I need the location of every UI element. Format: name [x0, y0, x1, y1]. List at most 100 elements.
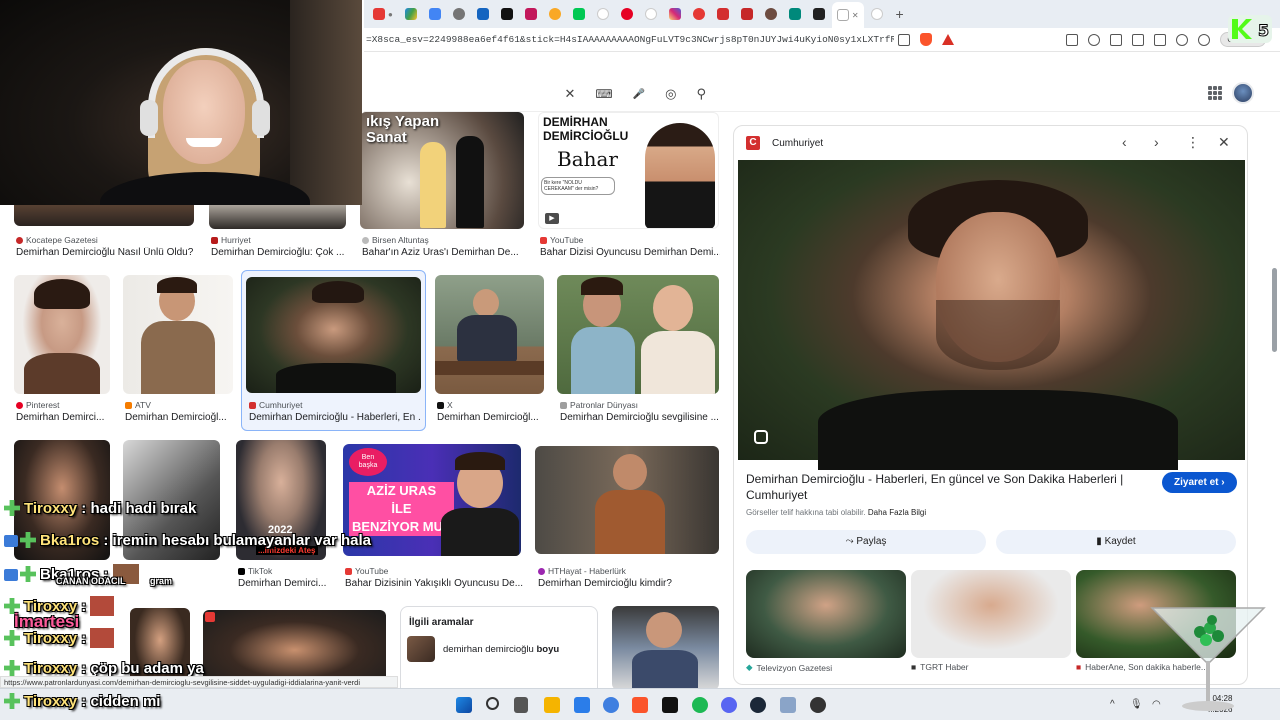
- browser-tab[interactable]: [760, 3, 782, 25]
- result-source[interactable]: Hurriyet: [211, 235, 251, 245]
- related-search-item[interactable]: demirhan demircioğlu boyu: [401, 636, 597, 662]
- leo-icon[interactable]: [1176, 33, 1189, 46]
- scrollbar-thumb[interactable]: [1272, 268, 1277, 352]
- app-icon[interactable]: [780, 697, 796, 713]
- browser-tab[interactable]: [592, 3, 614, 25]
- browser-tab[interactable]: [736, 3, 758, 25]
- browser-tab-active[interactable]: ✕: [831, 2, 864, 28]
- browser-tab[interactable]: [688, 3, 710, 25]
- search-box[interactable]: ✕ ⌨ 🎤 ◎ ⚲: [364, 80, 714, 108]
- close-icon[interactable]: ●: [388, 10, 393, 19]
- browser-tab[interactable]: [544, 3, 566, 25]
- preview-title[interactable]: Demirhan Demircioğlu - Haberleri, En gün…: [746, 471, 1136, 503]
- result-thumbnail[interactable]: [557, 275, 719, 394]
- result-title[interactable]: Demirhan Demirci...: [238, 578, 330, 589]
- browser-tab[interactable]: [448, 3, 470, 25]
- result-title[interactable]: Demirhan Demircioğlu - Haberleri, En ...: [249, 412, 421, 423]
- extension-icon[interactable]: [1110, 33, 1123, 46]
- task-view-icon[interactable]: [514, 697, 528, 713]
- related-image[interactable]: [911, 570, 1071, 658]
- result-thumbnail[interactable]: [435, 275, 544, 394]
- clear-icon[interactable]: ✕: [564, 86, 575, 102]
- visit-button[interactable]: Ziyaret et ›: [1162, 472, 1237, 493]
- result-title[interactable]: Demirhan Demirci...: [16, 412, 112, 423]
- next-icon[interactable]: ›: [1154, 134, 1159, 150]
- browser-tab[interactable]: [400, 3, 422, 25]
- store-icon[interactable]: [574, 697, 590, 713]
- search-icon[interactable]: ⚲: [696, 86, 706, 102]
- panel-source[interactable]: Cumhuriyet: [772, 138, 823, 149]
- browser-tab[interactable]: [808, 3, 830, 25]
- browser-tab[interactable]: [784, 3, 806, 25]
- result-thumbnail-selected[interactable]: [246, 277, 421, 393]
- result-title[interactable]: Demirhan Demircioğl...: [125, 412, 233, 423]
- apps-grid-icon[interactable]: [1208, 86, 1222, 100]
- browser-tab[interactable]: [424, 3, 446, 25]
- save-button[interactable]: ▮ Kaydet: [996, 530, 1236, 554]
- lens-icon[interactable]: ◎: [665, 86, 676, 102]
- browser-tab[interactable]: [866, 3, 888, 25]
- edge-icon[interactable]: [603, 697, 619, 713]
- result-title[interactable]: Bahar Dizisi Oyuncusu Demirhan Demi...: [540, 247, 720, 258]
- scrollbar-track[interactable]: [1270, 126, 1278, 672]
- related-source[interactable]: ■ TGRT Haber: [911, 662, 968, 672]
- file-explorer-icon[interactable]: [544, 697, 560, 713]
- browser-tab[interactable]: ●: [368, 3, 398, 25]
- extension-icon[interactable]: [1088, 33, 1101, 46]
- obs-icon[interactable]: [810, 697, 826, 713]
- browser-tab[interactable]: [472, 3, 494, 25]
- result-source[interactable]: Pinterest: [16, 400, 60, 410]
- sidebar-icon[interactable]: [1132, 33, 1145, 46]
- result-source[interactable]: X: [437, 400, 453, 410]
- browser-tab[interactable]: [568, 3, 590, 25]
- result-thumbnail[interactable]: [14, 275, 110, 394]
- result-thumbnail[interactable]: DEMİRHAN DEMİRCİOĞLU Bahar Bir kere "NOL…: [538, 112, 719, 229]
- result-title[interactable]: Bahar'ın Aziz Uras'ı Demirhan De...: [362, 247, 526, 258]
- result-title[interactable]: Bahar Dizisinin Yakışıklı Oyuncusu De...: [345, 578, 523, 589]
- result-source[interactable]: ATV: [125, 400, 151, 410]
- vpn-icon[interactable]: [1198, 33, 1211, 46]
- learn-more-link[interactable]: Daha Fazla Bilgi: [868, 508, 926, 517]
- share-icon[interactable]: [898, 33, 910, 46]
- result-source[interactable]: TikTok: [238, 566, 272, 576]
- result-title[interactable]: Demirhan Demircioğlu sevgilisine ...: [560, 412, 720, 423]
- brave-shields-icon[interactable]: [920, 33, 932, 46]
- result-thumbnail[interactable]: [123, 275, 233, 394]
- preview-image[interactable]: [738, 160, 1245, 470]
- browser-tab[interactable]: [712, 3, 734, 25]
- result-source[interactable]: YouTube: [540, 235, 583, 245]
- previous-icon[interactable]: ‹: [1122, 134, 1127, 150]
- result-source[interactable]: Patronlar Dünyası: [560, 400, 638, 410]
- search-icon[interactable]: [486, 697, 499, 710]
- mic-tray-icon[interactable]: 🎙: [1130, 699, 1143, 710]
- close-tab-icon[interactable]: ✕: [852, 11, 859, 20]
- more-options-icon[interactable]: ⋮: [1186, 134, 1200, 151]
- result-source[interactable]: YouTube: [345, 566, 388, 576]
- result-title[interactable]: Demirhan Demircioğlu kimdir?: [538, 578, 718, 589]
- tray-overflow-icon[interactable]: ^: [1110, 699, 1115, 710]
- windows-start-icon[interactable]: [456, 697, 472, 713]
- warning-icon[interactable]: [942, 34, 954, 45]
- browser-tab[interactable]: [496, 3, 518, 25]
- result-thumbnail[interactable]: [535, 446, 719, 554]
- related-source[interactable]: ◆ Televizyon Gazetesi: [746, 662, 832, 673]
- steam-icon[interactable]: [750, 697, 766, 713]
- result-source[interactable]: Birsen Altuntaş: [362, 235, 429, 245]
- result-thumbnail[interactable]: [612, 606, 719, 688]
- result-source[interactable]: HTHayat - Haberlürk: [538, 566, 626, 576]
- spotify-icon[interactable]: [692, 697, 708, 713]
- browser-tab[interactable]: [616, 3, 638, 25]
- result-thumbnail[interactable]: ıkış Yapan Sanat: [360, 112, 524, 229]
- result-title[interactable]: Demirhan Demircioğlu: Çok ...: [211, 247, 346, 258]
- account-avatar[interactable]: [1232, 82, 1254, 104]
- share-button[interactable]: ⤳ Paylaş: [746, 530, 986, 554]
- result-source[interactable]: Cumhuriyet: [249, 400, 302, 410]
- brave-icon[interactable]: [632, 697, 648, 713]
- lens-search-icon[interactable]: [754, 430, 768, 444]
- result-title[interactable]: Demirhan Demircioğlu Nasıl Ünlü Oldu?: [16, 247, 196, 258]
- wallet-icon[interactable]: [1154, 33, 1167, 46]
- browser-tab[interactable]: [664, 3, 686, 25]
- notion-icon[interactable]: [662, 697, 678, 713]
- related-image[interactable]: [746, 570, 906, 658]
- address-bar[interactable]: =X8sca_esv=2249988ea6ef4f61&stick=H4sIAA…: [364, 34, 894, 45]
